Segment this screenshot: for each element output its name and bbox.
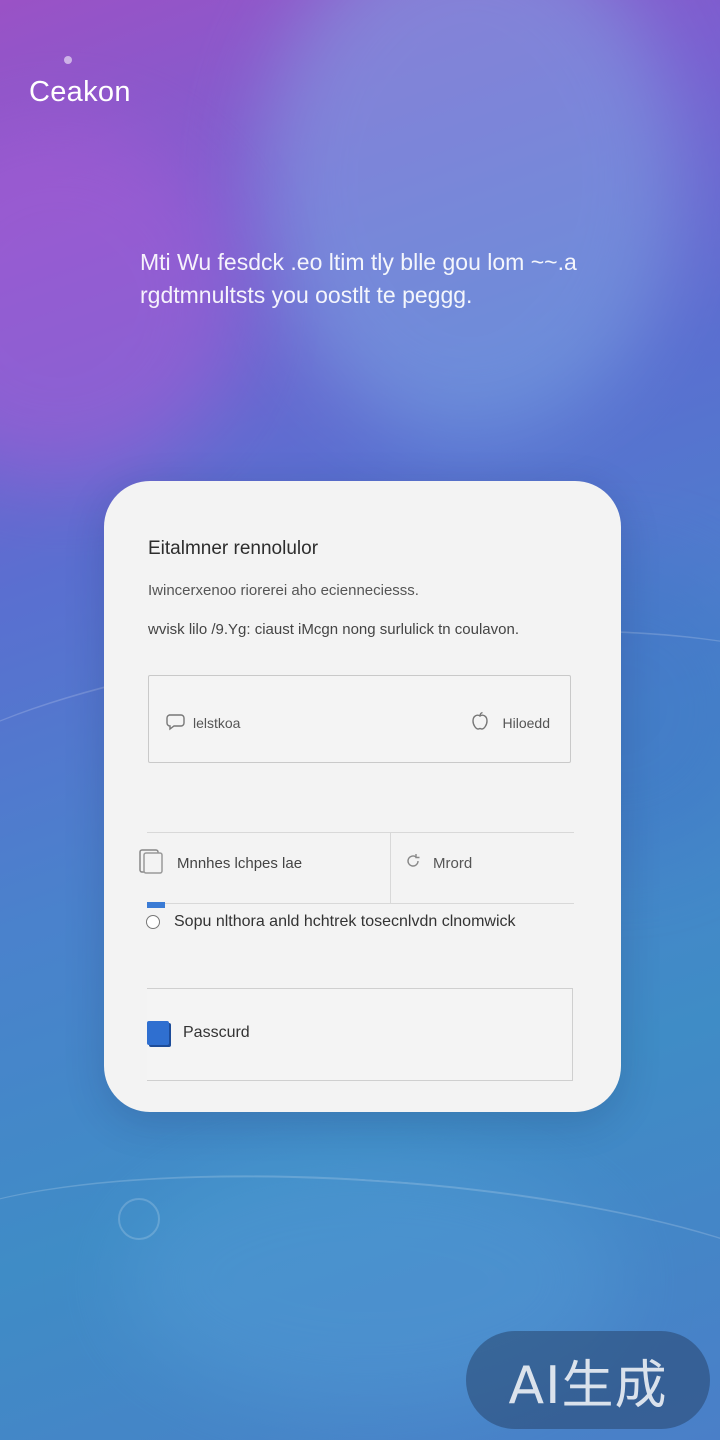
radio-button[interactable] (146, 915, 160, 929)
row-divider (390, 833, 391, 903)
remember-option[interactable]: Sopu nlthora anld hchtrek tosecnlvdn cln… (146, 913, 516, 931)
option-right[interactable]: Mrord (403, 851, 472, 875)
sso-option-right[interactable]: Hiloedd (469, 710, 550, 735)
sso-left-label: lelstkoa (193, 714, 241, 731)
sso-right-label: Hiloedd (502, 714, 550, 731)
brand-dot (64, 56, 72, 64)
login-card: Eitalmner rennolulor Iwincerxenoo riorer… (104, 481, 621, 1112)
option-left-label: Mnnhes lchpes lae (177, 854, 303, 872)
password-icon (147, 1021, 169, 1045)
hero-tagline: Mti Wu fesdck .eo ltim tly blle gou lom … (140, 249, 577, 308)
login-screen: Ceakon Mti Wu fesdck .eo ltim tly blle g… (0, 0, 720, 1440)
option-right-label: Mrord (433, 854, 473, 872)
ai-generated-watermark: AI生成 (466, 1331, 710, 1429)
apple-icon (469, 710, 491, 735)
background-blob (260, 0, 680, 440)
refresh-icon (403, 851, 423, 875)
background-bubble (118, 1198, 160, 1240)
accent-indicator (147, 902, 165, 908)
password-field[interactable]: Passcurd (147, 988, 573, 1081)
card-subtitle: Iwincerxenoo riorerei aho ecienneciesss. (148, 582, 419, 599)
card-detail: wvisk lilo /9.Yg: ciaust iMcgn nong surl… (148, 621, 520, 638)
card-title: Eitalmner rennolulor (148, 538, 319, 559)
sso-field[interactable]: lelstkoa Hiloedd (148, 675, 571, 763)
option-row: Mnnhes lchpes lae Mrord (139, 832, 574, 904)
document-icon (137, 847, 165, 879)
brand-logo: Ceakon (29, 76, 131, 108)
chat-bubble-icon (165, 710, 187, 735)
radio-label: Sopu nlthora anld hchtrek tosecnlvdn cln… (174, 913, 516, 930)
sso-option-left[interactable]: lelstkoa (165, 710, 240, 735)
option-left[interactable]: Mnnhes lchpes lae (137, 847, 302, 879)
password-label: Passcurd (183, 1024, 250, 1041)
